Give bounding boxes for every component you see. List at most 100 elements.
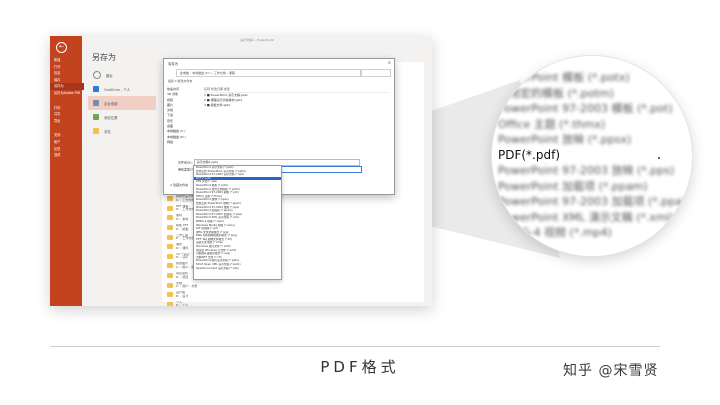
- folder-path: D: › 演示: [176, 255, 189, 260]
- location-label: 浏览: [104, 129, 111, 134]
- folder-text: 工作汇报 D: › 工作文档: [176, 234, 194, 241]
- folder-icon: [167, 253, 173, 259]
- hide-folders-toggle[interactable]: ∧ 隐藏文件夹: [170, 183, 188, 187]
- folder-text: 项目资料 D: › 项目: [176, 272, 188, 279]
- magnified-option: 启用宏的模板 (*.potm): [498, 86, 614, 100]
- folder-path: D: › 素材: [176, 216, 189, 221]
- magnified-list: PowerPoint 模板 (*.potx) 启用宏的模板 (*.potm) Pow…: [492, 70, 692, 241]
- magnified-option: PowerPoint 97-2003 加载项 (*.ppa): [498, 195, 687, 208]
- folder-path: D: › 工作文档: [176, 236, 195, 241]
- magnified-option: Office 主题 (*.thmx): [498, 117, 606, 131]
- folder-text: 设计稿 D: › 设计: [176, 291, 188, 298]
- location-item[interactable]: OneDrive - 个人: [88, 82, 156, 96]
- watermark: 知乎 @宋雪贤: [563, 363, 659, 379]
- close-icon[interactable]: ✕: [388, 60, 391, 65]
- filename-label: 文件名(N):: [178, 160, 193, 165]
- clock-icon: [93, 71, 101, 79]
- location-item[interactable]: 这台电脑: [88, 96, 156, 110]
- sidebar-item[interactable]: 帐户: [54, 139, 80, 146]
- folder-path: D: › 课件: [176, 245, 189, 250]
- sidebar-list: 新建 打开 信息 保存 另存为 另存为Adobe PDF 打印 共享 导出关闭 帐户 反馈 选项: [50, 57, 84, 159]
- file-row[interactable]: 3 ■ 模板文件.pptx: [204, 103, 389, 108]
- location-label: 最近: [106, 73, 113, 78]
- location-item[interactable]: 最近: [88, 68, 156, 82]
- file-list-header: 名称 修改日期 类型: [204, 86, 389, 93]
- back-arrow-icon[interactable]: ←: [56, 42, 67, 53]
- location-label: 这台电脑: [104, 101, 118, 106]
- magnified-option: PowerPoint 加载项 (*.ppam): [498, 179, 648, 193]
- search-input[interactable]: [361, 69, 391, 77]
- location-label: OneDrive - 个人: [104, 87, 131, 92]
- folder-text: 10 个演示 D: › 演示: [176, 253, 190, 260]
- backstage-sidebar: ← 新建 打开 信息 保存 另存为 另存为Adobe PDF 打印 共享 导出关闭 帐户 反馈 选项: [50, 36, 84, 306]
- pc-icon: [93, 100, 99, 106]
- folder-path: D: › 设计: [176, 293, 189, 298]
- folder-icon: [167, 282, 173, 288]
- folder-icon: [93, 128, 99, 134]
- page-title: 另存为: [92, 53, 116, 62]
- folder-row[interactable]: 设计稿 D: › 设计: [167, 290, 367, 300]
- folder-row[interactable]: 文档 C: › 用户 › 文档: [167, 280, 367, 290]
- folder-icon: [167, 205, 173, 211]
- powerpoint-screenshot: 演示文稿1 - PowerPoint ← 新建 打开 信息 保存 另存为 另存为Adobe…: [50, 36, 432, 306]
- sidebar-item[interactable]: 导出: [54, 118, 80, 125]
- folder-icon: [167, 215, 173, 221]
- filetype-dropdown: PowerPoint 演示文稿 (*.pptx) 启用宏的 PowerPoint …: [193, 165, 282, 280]
- sidebar-item[interactable]: 打印: [54, 105, 80, 112]
- stage: 演示文稿1 - PowerPoint ← 新建 打开 信息 保存 另存为 另存为Adobe…: [0, 0, 720, 405]
- magnified-option: PowerPoint 97-2003 放映 (*.pps): [498, 164, 675, 177]
- magnifier-callout: PowerPoint 模板 (*.potx) 启用宏的模板 (*.potm) Pow…: [492, 56, 692, 256]
- sidebar-item[interactable]: 选项: [54, 152, 80, 159]
- folder-path: D: › 模板: [176, 226, 189, 231]
- dropdown-option[interactable]: OpenDocument 演示文稿 (*.odp): [194, 267, 281, 271]
- folder-path: D: › 项目: [176, 274, 189, 279]
- folder-path: D: › 个人: [176, 303, 189, 306]
- folder-text: 素材 D: › 素材: [176, 214, 188, 221]
- folder-text: 文档 C: › 用户 › 文档: [176, 282, 197, 289]
- sidebar-item[interactable]: 关闭: [54, 132, 80, 139]
- folder-text: 课件 D: › 课件: [176, 243, 188, 250]
- sidebar-item[interactable]: 信息: [54, 70, 80, 77]
- folder-path: C: › 用户 › 文档: [176, 284, 198, 289]
- folder-icon: [167, 196, 173, 202]
- sidebar-item[interactable]: 共享: [54, 111, 80, 118]
- sidebar-item[interactable]: 另存为: [50, 83, 84, 90]
- cloud-icon: [93, 86, 99, 92]
- folder-icon: [167, 244, 173, 250]
- window-title: 演示文稿1 - PowerPoint: [240, 38, 274, 42]
- dialog-title: 另存为: [168, 62, 179, 66]
- magnified-option: PowerPoint 模板 (*.potx): [498, 71, 630, 84]
- sidebar-item[interactable]: 反馈: [54, 146, 80, 153]
- sidebar-item[interactable]: 另存为Adobe PDF: [54, 90, 80, 97]
- globe-icon: [93, 114, 99, 120]
- sidebar-item[interactable]: 新建: [54, 57, 80, 64]
- magnified-pdf-option: PDF(*.pdf): [498, 147, 561, 162]
- folder-icon: [167, 225, 173, 231]
- address-bar[interactable]: 此电脑 › 本地磁盘 (D:) › 工作文档 › 课程: [176, 69, 361, 77]
- file-list: 名称 修改日期 类型 1 ■ PowerPoint 演示文稿.pptx 2 ■ 课…: [204, 86, 389, 141]
- location-label: 添加位置: [104, 115, 118, 120]
- folder-text: 模板 PPT D: › 模板: [176, 224, 188, 231]
- magnified-option: PowerPoint XML 演示文稿 (*.xml): [498, 210, 675, 224]
- magnified-option: MPEG-4 视频 (*.mp4): [498, 226, 612, 239]
- sidebar-item[interactable]: 保存: [54, 77, 80, 84]
- folder-icon: [167, 263, 173, 269]
- dialog-toolbar[interactable]: 组织 ▾ 新建文件夹: [168, 79, 192, 83]
- folder-icon: [167, 234, 173, 240]
- location-item[interactable]: 浏览: [88, 124, 156, 138]
- folder-icon: [167, 292, 173, 298]
- magnified-option: PowerPoint 放映 (*.ppsx): [498, 133, 632, 146]
- folder-icon: [167, 301, 173, 306]
- folder-row[interactable]: 个人 D: › 个人: [167, 300, 367, 306]
- location-item[interactable]: 添加位置: [88, 110, 156, 124]
- divider: [50, 346, 660, 347]
- cursor-dot: [658, 157, 660, 159]
- save-locations: 最近 OneDrive - 个人 这台电脑添加位置浏览: [88, 68, 156, 138]
- sidebar-item[interactable]: 打开: [54, 64, 80, 71]
- tree-item[interactable]: 网络: [167, 140, 200, 145]
- folder-icon: [167, 273, 173, 279]
- folder-text: 个人 D: › 个人: [176, 301, 188, 306]
- magnified-option: PowerPoint 97-2003 模板 (*.pot): [498, 102, 673, 115]
